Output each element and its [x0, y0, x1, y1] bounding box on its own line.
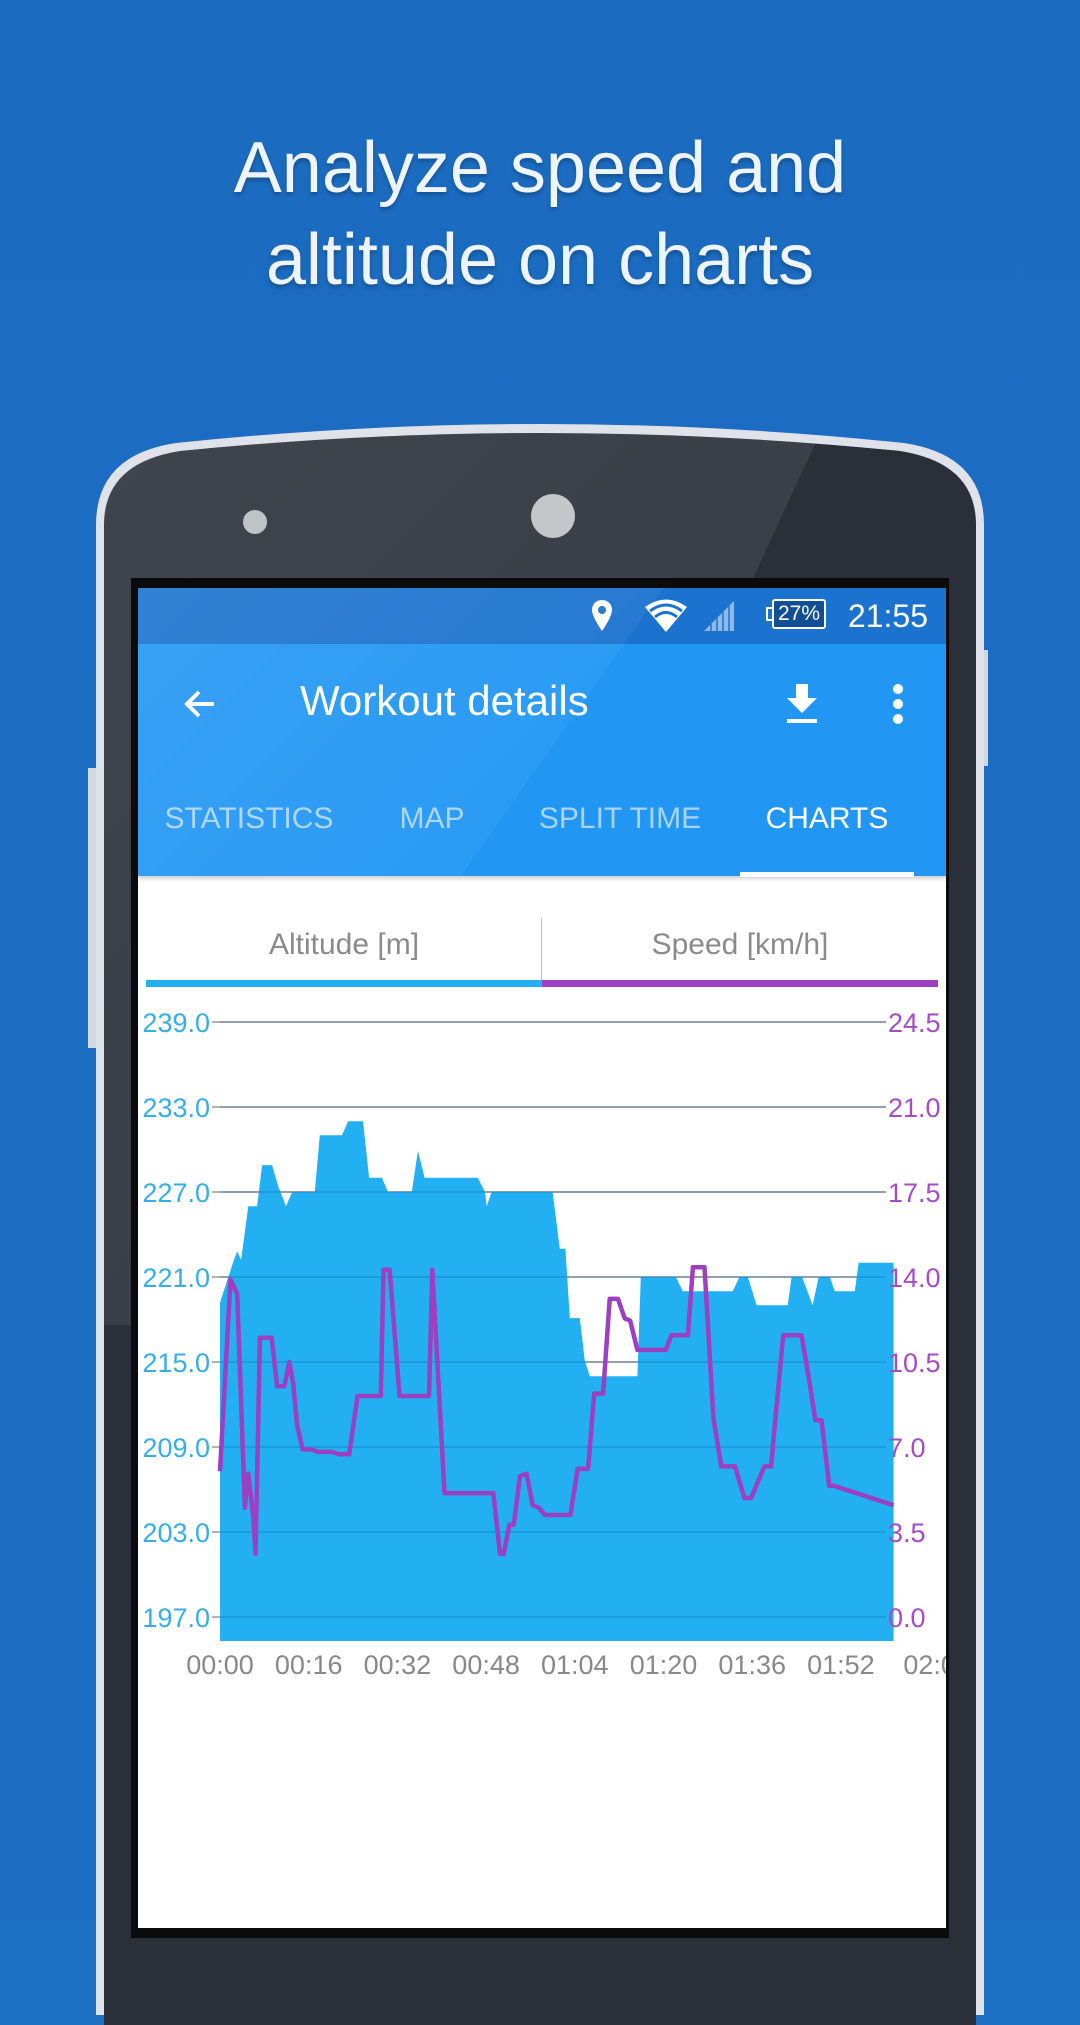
altitude-tick-label: 239.0: [142, 1008, 210, 1038]
altitude-tick-label: 221.0: [142, 1263, 210, 1293]
altitude-tick-label: 197.0: [142, 1603, 210, 1633]
legend-speed-bar: [542, 980, 938, 987]
tab-statistics[interactable]: STATISTICS: [138, 762, 360, 876]
time-tick-label: 00:48: [452, 1650, 520, 1680]
more-vert-icon: [893, 684, 903, 724]
download-button[interactable]: [762, 664, 842, 744]
phone-screen: 27% 21:55 Workout details STATISTICS MAP…: [138, 588, 946, 1928]
phone-front-camera: [531, 494, 575, 538]
page-title: Workout details: [300, 677, 589, 724]
time-axis: 00:00 00:16 00:32 00:48 01:04 01:20 01:36 01:52…: [186, 1650, 946, 1680]
battery-icon: 27%: [772, 599, 826, 629]
status-time: 21:55: [847, 597, 928, 634]
tab-map[interactable]: MAP: [360, 762, 504, 876]
app-bar: Workout details STATISTICS MAP SPLIT TIM…: [138, 644, 946, 877]
download-icon: [787, 684, 817, 723]
more-options-button[interactable]: [858, 664, 938, 744]
altitude-axis: 239.0 233.0 227.0 221.0 215.0 209.0 203.0 197.0: [142, 1008, 210, 1633]
battery-percent: 27%: [777, 602, 821, 625]
speed-tick-label: 10.5: [888, 1348, 941, 1378]
active-tab-indicator: [740, 872, 914, 877]
speed-tick-label: 24.5: [888, 1008, 941, 1038]
altitude-area: [220, 1121, 894, 1641]
arrow-back-icon: [184, 690, 214, 718]
time-tick-label: 01:52: [807, 1650, 875, 1680]
speed-tick-label: 21.0: [888, 1093, 941, 1123]
speed-tick-label: 0.0: [888, 1603, 926, 1633]
speed-tick-label: 7.0: [888, 1433, 926, 1463]
time-tick-label: 00:32: [364, 1650, 432, 1680]
time-tick-label: 00:00: [186, 1650, 254, 1680]
headline-line-2: altitude on charts: [265, 220, 815, 300]
time-tick-label: 01:20: [630, 1650, 698, 1680]
altitude-tick-label: 215.0: [142, 1348, 210, 1378]
promo-headline: Analyze speed and altitude on charts: [0, 122, 1080, 306]
legend-speed[interactable]: Speed [km/h]: [542, 908, 938, 982]
legend-altitude-bar: [146, 980, 542, 987]
speed-tick-label: 3.5: [888, 1518, 926, 1548]
time-tick-label: 01:04: [541, 1650, 609, 1680]
tab-bar: STATISTICS MAP SPLIT TIME CHARTS: [138, 762, 946, 877]
time-tick-label: 00:16: [275, 1650, 343, 1680]
altitude-tick-label: 233.0: [142, 1093, 210, 1123]
time-tick-label: 02:0: [903, 1650, 946, 1680]
back-button[interactable]: [160, 664, 240, 744]
status-bar: 27% 21:55: [138, 588, 946, 644]
phone-sensor: [243, 510, 267, 534]
tab-charts[interactable]: CHARTS: [740, 762, 914, 876]
wifi-icon: [644, 588, 688, 644]
altitude-tick-label: 209.0: [142, 1433, 210, 1463]
chart-legend: Altitude [m] Speed [km/h]: [146, 908, 938, 988]
speed-tick-label: 14.0: [888, 1263, 941, 1293]
altitude-tick-label: 227.0: [142, 1178, 210, 1208]
time-tick-label: 01:36: [718, 1650, 786, 1680]
location-pin-icon: [590, 588, 614, 644]
speed-axis: 24.5 21.0 17.5 14.0 10.5 7.0 3.5 0.0: [888, 1008, 941, 1633]
speed-tick-label: 17.5: [888, 1178, 941, 1208]
tab-split-time[interactable]: SPLIT TIME: [504, 762, 736, 876]
altitude-tick-label: 203.0: [142, 1518, 210, 1548]
cell-signal-icon: [702, 588, 736, 644]
headline-line-1: Analyze speed and: [233, 128, 847, 208]
workout-chart: 239.0 233.0 227.0 221.0 215.0 209.0 203.0 197.0…: [142, 1008, 946, 1680]
legend-altitude[interactable]: Altitude [m]: [146, 908, 542, 982]
